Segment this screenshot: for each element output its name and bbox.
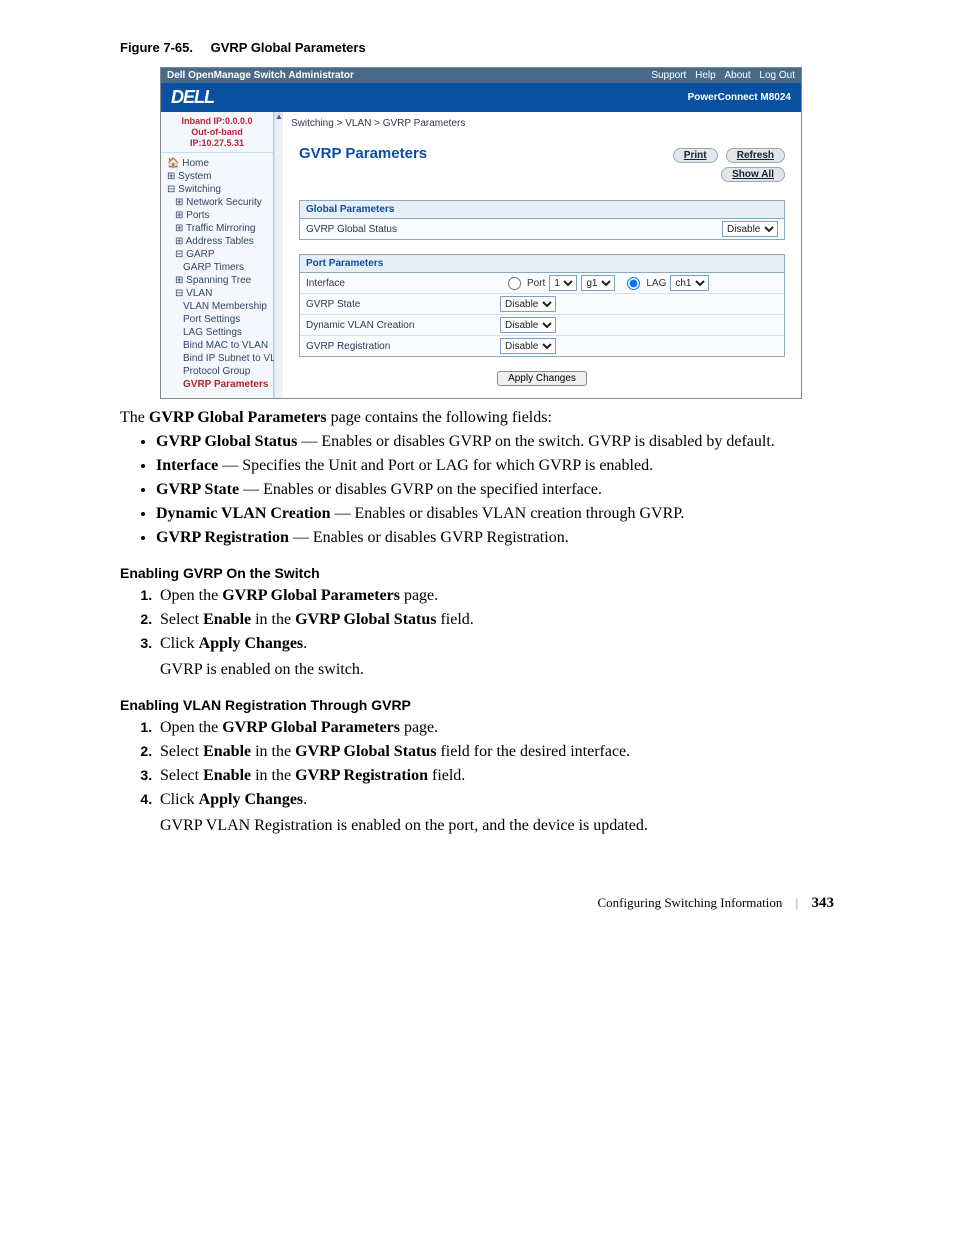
port-parameters-group: Port Parameters Interface Port 1 g1 LAG … [299,254,785,357]
gvrp-state-label: GVRP State [306,299,496,310]
app-titlebar: Dell OpenManage Switch Administrator Sup… [161,68,801,83]
nav-bind-ip[interactable]: Bind IP Subnet to VL [181,352,271,365]
global-status-label: GVRP Global Status [306,224,496,235]
field-item: Interface — Specifies the Unit and Port … [156,457,834,475]
field-item: GVRP Registration — Enables or disables … [156,529,834,547]
print-button[interactable]: Print [673,148,718,163]
left-column: Inband IP:0.0.0.0 Out-of-band IP:10.27.5… [161,112,274,398]
breadcrumb: Switching > VLAN > GVRP Parameters [283,112,801,141]
nav-ports[interactable]: ⊞ Ports [173,209,271,222]
field-item: GVRP State — Enables or disables GVRP on… [156,481,834,499]
nav-garp[interactable]: ⊟ GARP [173,248,271,261]
page-footer: Configuring Switching Information | 343 [120,895,834,912]
port-radio[interactable] [508,277,521,290]
nav-vlan[interactable]: ⊟ VLAN [173,287,271,300]
port-if-select[interactable]: g1 [581,275,615,291]
port-unit-select[interactable]: 1 [549,275,577,291]
dell-logo: DELL [171,87,214,108]
link-support[interactable]: Support [651,70,686,81]
content-pane: GVRP Parameters Print Refresh Show All G… [283,145,801,398]
nav-gvrp-parameters[interactable]: GVRP Parameters [181,378,271,391]
gvrp-state-select[interactable]: Disable [500,296,556,312]
outofband-ip: Out-of-band IP:10.27.5.31 [163,127,271,149]
pane-title: GVRP Parameters [299,145,427,162]
footer-section: Configuring Switching Information [598,895,783,910]
right-column: Switching > VLAN > GVRP Parameters GVRP … [283,112,801,398]
link-help[interactable]: Help [695,70,716,81]
nav-address-tables[interactable]: ⊞ Address Tables [173,235,271,248]
step-result: GVRP is enabled on the switch. [160,661,834,679]
gvrp-registration-label: GVRP Registration [306,341,496,352]
steps-enable-gvrp: Open the GVRP Global Parameters page. Se… [156,587,834,679]
lag-label: LAG [646,278,666,289]
figure-caption: Figure 7-65. GVRP Global Parameters [120,40,834,55]
app-title: Dell OpenManage Switch Administrator [167,70,354,81]
titlebar-links: Support Help About Log Out [645,70,795,81]
field-item: GVRP Global Status — Enables or disables… [156,433,834,451]
link-about[interactable]: About [724,70,750,81]
nav-port-settings[interactable]: Port Settings [181,313,271,326]
ip-area: Inband IP:0.0.0.0 Out-of-band IP:10.27.5… [161,112,273,153]
steps-enable-vlan-reg: Open the GVRP Global Parameters page. Se… [156,719,834,835]
interface-label: Interface [306,278,496,289]
port-label: Port [527,278,545,289]
nav-vlan-membership[interactable]: VLAN Membership [181,300,271,313]
figure-title: GVRP Global Parameters [211,40,366,55]
app-screenshot: Dell OpenManage Switch Administrator Sup… [160,67,802,399]
link-logout[interactable]: Log Out [759,70,795,81]
nav-scrollbar[interactable]: ▲ [274,112,283,398]
product-name: PowerConnect M8024 [688,92,791,103]
nav-tree: 🏠 Home ⊞ System ⊟ Switching ⊞ Network Se… [161,153,273,395]
nav-network-security[interactable]: ⊞ Network Security [173,196,271,209]
gvrp-registration-select[interactable]: Disable [500,338,556,354]
port-parameters-header: Port Parameters [300,255,784,273]
nav-traffic-mirroring[interactable]: ⊞ Traffic Mirroring [173,222,271,235]
brand-bar: DELL PowerConnect M8024 [161,83,801,112]
refresh-button[interactable]: Refresh [726,148,785,163]
nav-home[interactable]: 🏠 Home [165,157,271,170]
inband-ip: Inband IP:0.0.0.0 [163,116,271,127]
intro-paragraph: The GVRP Global Parameters page contains… [120,409,834,427]
global-parameters-group: Global Parameters GVRP Global Status Dis… [299,200,785,240]
nav-spanning-tree[interactable]: ⊞ Spanning Tree [173,274,271,287]
apply-changes-button[interactable]: Apply Changes [497,371,587,386]
scroll-up-icon[interactable]: ▲ [275,112,283,120]
nav-lag-settings[interactable]: LAG Settings [181,326,271,339]
dynamic-vlan-label: Dynamic VLAN Creation [306,320,496,331]
footer-separator: | [796,895,799,910]
lag-radio[interactable] [627,277,640,290]
nav-bind-mac[interactable]: Bind MAC to VLAN [181,339,271,352]
dynamic-vlan-select[interactable]: Disable [500,317,556,333]
global-parameters-header: Global Parameters [300,201,784,219]
showall-button[interactable]: Show All [721,167,785,182]
fields-list: GVRP Global Status — Enables or disables… [156,433,834,547]
nav-garp-timers[interactable]: GARP Timers [181,261,271,274]
field-item: Dynamic VLAN Creation — Enables or disab… [156,505,834,523]
global-status-select[interactable]: Disable [722,221,778,237]
app-body: Inband IP:0.0.0.0 Out-of-band IP:10.27.5… [161,112,801,398]
nav-switching[interactable]: ⊟ Switching [165,183,271,196]
step-result: GVRP VLAN Registration is enabled on the… [160,817,834,835]
lag-select[interactable]: ch1 [670,275,709,291]
nav-system[interactable]: ⊞ System [165,170,271,183]
nav-protocol-group[interactable]: Protocol Group [181,365,271,378]
section-enable-gvrp: Enabling GVRP On the Switch [120,565,834,581]
page-number: 343 [812,895,835,911]
section-enable-vlan-reg: Enabling VLAN Registration Through GVRP [120,697,834,713]
figure-number: Figure 7-65. [120,40,193,55]
